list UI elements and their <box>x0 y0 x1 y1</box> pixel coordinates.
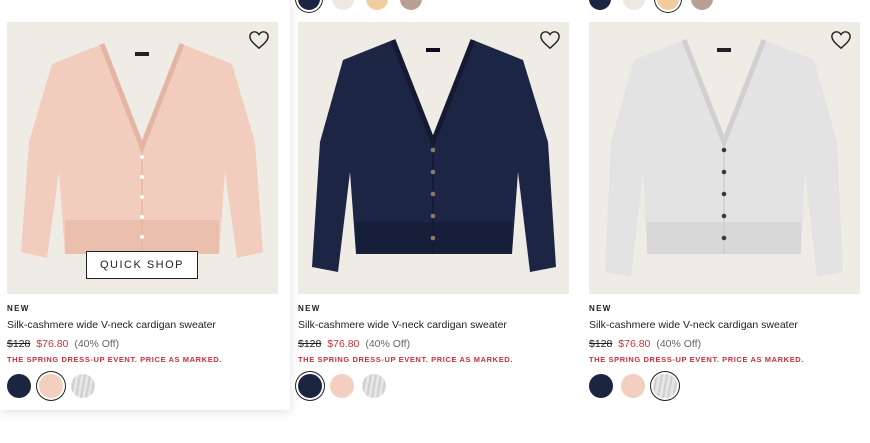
original-price: $128 <box>7 338 31 350</box>
discount-label: (40% Off) <box>365 338 411 350</box>
heart-outline-icon[interactable] <box>248 30 270 50</box>
color-swatches <box>7 374 277 398</box>
discount-label: (40% Off) <box>74 338 120 350</box>
heart-outline-icon[interactable] <box>830 30 852 50</box>
sale-price: $76.80 <box>618 338 651 350</box>
swatch-light-gray[interactable] <box>653 374 677 398</box>
color-swatches <box>589 374 859 398</box>
product-name[interactable]: Silk-cashmere wide V-neck cardigan sweat… <box>589 319 859 331</box>
product-image[interactable] <box>589 22 860 294</box>
new-badge: NEW <box>298 304 321 313</box>
color-swatches <box>298 374 568 398</box>
product-info: NEW Silk-cashmere wide V-neck cardigan s… <box>298 304 568 398</box>
product-card[interactable]: QUICK SHOP NEW Silk-cashmere wide V-neck… <box>0 0 290 410</box>
promo-text: THE SPRING DRESS-UP EVENT. PRICE AS MARK… <box>298 355 513 364</box>
discount-label: (40% Off) <box>656 338 702 350</box>
sale-price: $76.80 <box>36 338 69 350</box>
swatch-light-gray[interactable] <box>71 374 95 398</box>
sale-price: $76.80 <box>327 338 360 350</box>
price-row: $128 $76.80 (40% Off) <box>589 338 859 350</box>
heart-outline-icon[interactable] <box>539 30 561 50</box>
swatch-navy[interactable] <box>298 374 322 398</box>
promo-text: THE SPRING DRESS-UP EVENT. PRICE AS MARK… <box>7 355 222 364</box>
product-name[interactable]: Silk-cashmere wide V-neck cardigan sweat… <box>7 319 277 331</box>
promo-text: THE SPRING DRESS-UP EVENT. PRICE AS MARK… <box>589 355 804 364</box>
product-card[interactable]: NEW Silk-cashmere wide V-neck cardigan s… <box>291 0 581 410</box>
price-row: $128 $76.80 (40% Off) <box>7 338 277 350</box>
new-badge: NEW <box>7 304 30 313</box>
cardigan-light-gray-image <box>589 22 860 294</box>
product-info: NEW Silk-cashmere wide V-neck cardigan s… <box>7 304 277 398</box>
new-badge: NEW <box>589 304 612 313</box>
swatch-navy[interactable] <box>7 374 31 398</box>
swatch-pink[interactable] <box>39 374 63 398</box>
swatch-pink[interactable] <box>621 374 645 398</box>
product-image[interactable] <box>298 22 569 294</box>
quick-shop-button[interactable]: QUICK SHOP <box>86 251 198 279</box>
original-price: $128 <box>589 338 613 350</box>
product-name[interactable]: Silk-cashmere wide V-neck cardigan sweat… <box>298 319 568 331</box>
swatch-navy[interactable] <box>589 374 613 398</box>
price-row: $128 $76.80 (40% Off) <box>298 338 568 350</box>
swatch-pink[interactable] <box>330 374 354 398</box>
cardigan-navy-image <box>298 22 569 294</box>
swatch-light-gray[interactable] <box>362 374 386 398</box>
product-card[interactable]: NEW Silk-cashmere wide V-neck cardigan s… <box>582 0 870 410</box>
product-info: NEW Silk-cashmere wide V-neck cardigan s… <box>589 304 859 398</box>
original-price: $128 <box>298 338 322 350</box>
